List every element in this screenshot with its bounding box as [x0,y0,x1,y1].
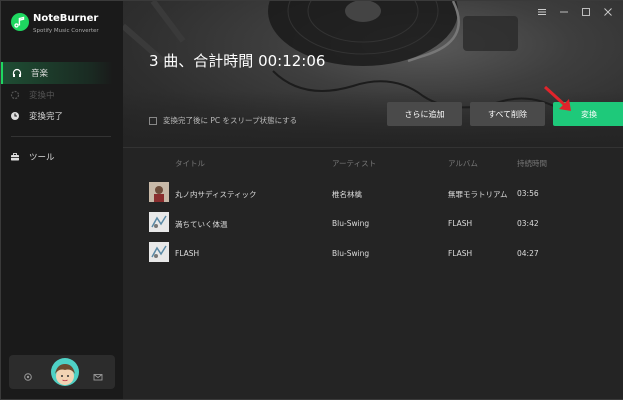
sidebar-item-converting: 変換中 [1,84,113,106]
close-icon[interactable] [603,7,613,17]
track-album: FLASH [448,219,473,228]
track-artist: 椎名林檎 [332,190,362,199]
app-subtitle: Spotify Music Converter [33,28,99,34]
album-art [149,212,169,232]
headphones-icon [3,68,31,78]
column-duration: 持続時間 [517,159,547,168]
table-header: タイトル アーティスト アルバム 持続時間 [123,147,623,177]
table-row[interactable]: 丸ノ内サディスティック 椎名林檎 無罪モラトリアム 03:56 [123,179,623,209]
table-row[interactable]: 満ちていく体温 Blu-Swing FLASH 03:42 [123,209,623,239]
sidebar-item-converted[interactable]: 変換完了 [1,105,113,127]
maximize-icon[interactable] [581,7,591,17]
track-album: FLASH [448,249,473,258]
track-album: 無罪モラトリアム [448,190,508,199]
clock-icon [1,111,29,121]
track-duration: 04:27 [517,249,539,258]
track-summary: 3 曲、合計時間 00:12:06 [149,52,326,70]
sidebar-item-label: 変換中 [29,91,55,101]
menu-icon[interactable] [537,7,547,17]
window-controls [537,7,613,17]
mail-icon[interactable] [93,367,103,381]
track-duration: 03:42 [517,219,539,228]
sidebar: NoteBurner Spotify Music Converter 音楽 変換… [1,1,123,399]
table-row[interactable]: FLASH Blu-Swing FLASH 04:27 [123,239,623,269]
sidebar-item-label: 音楽 [31,69,49,79]
album-art [149,242,169,262]
track-title: FLASH [175,249,200,258]
avatar[interactable] [51,358,79,386]
brand: NoteBurner Spotify Music Converter [11,13,121,43]
sidebar-item-tools[interactable]: ツール [1,146,113,168]
track-title: 丸ノ内サディスティック [175,190,257,199]
sidebar-footer [9,355,115,389]
column-album: アルバム [448,159,478,168]
track-title: 満ちていく体温 [175,220,228,229]
pointer-arrow-icon [543,85,571,111]
sleep-option[interactable]: 変換完了後に PC をスリープ状態にする [149,115,297,126]
sleep-option-label: 変換完了後に PC をスリープ状態にする [163,116,298,125]
app-window: NoteBurner Spotify Music Converter 音楽 変換… [0,0,623,400]
delete-all-button[interactable]: すべて削除 [470,102,545,126]
main-panel: 3 曲、合計時間 00:12:06 変換完了後に PC をスリープ状態にする さ… [123,1,623,399]
noteburner-logo-icon [11,13,29,31]
app-name: NoteBurner [33,13,99,24]
track-artist: Blu-Swing [332,219,370,228]
column-artist: アーティスト [332,159,377,168]
minimize-icon[interactable] [559,7,569,17]
column-title: タイトル [175,159,205,168]
sidebar-item-music[interactable]: 音楽 [1,62,113,84]
album-art [149,182,169,202]
track-duration: 03:56 [517,189,539,198]
sidebar-item-label: ツール [29,153,55,163]
track-artist: Blu-Swing [332,249,370,258]
toolbox-icon [1,152,29,162]
sidebar-divider [11,136,111,137]
settings-icon[interactable] [23,367,33,381]
add-more-button[interactable]: さらに追加 [387,102,462,126]
sidebar-item-label: 変換完了 [29,112,64,122]
sleep-checkbox[interactable] [149,116,157,125]
loading-icon [1,90,29,100]
